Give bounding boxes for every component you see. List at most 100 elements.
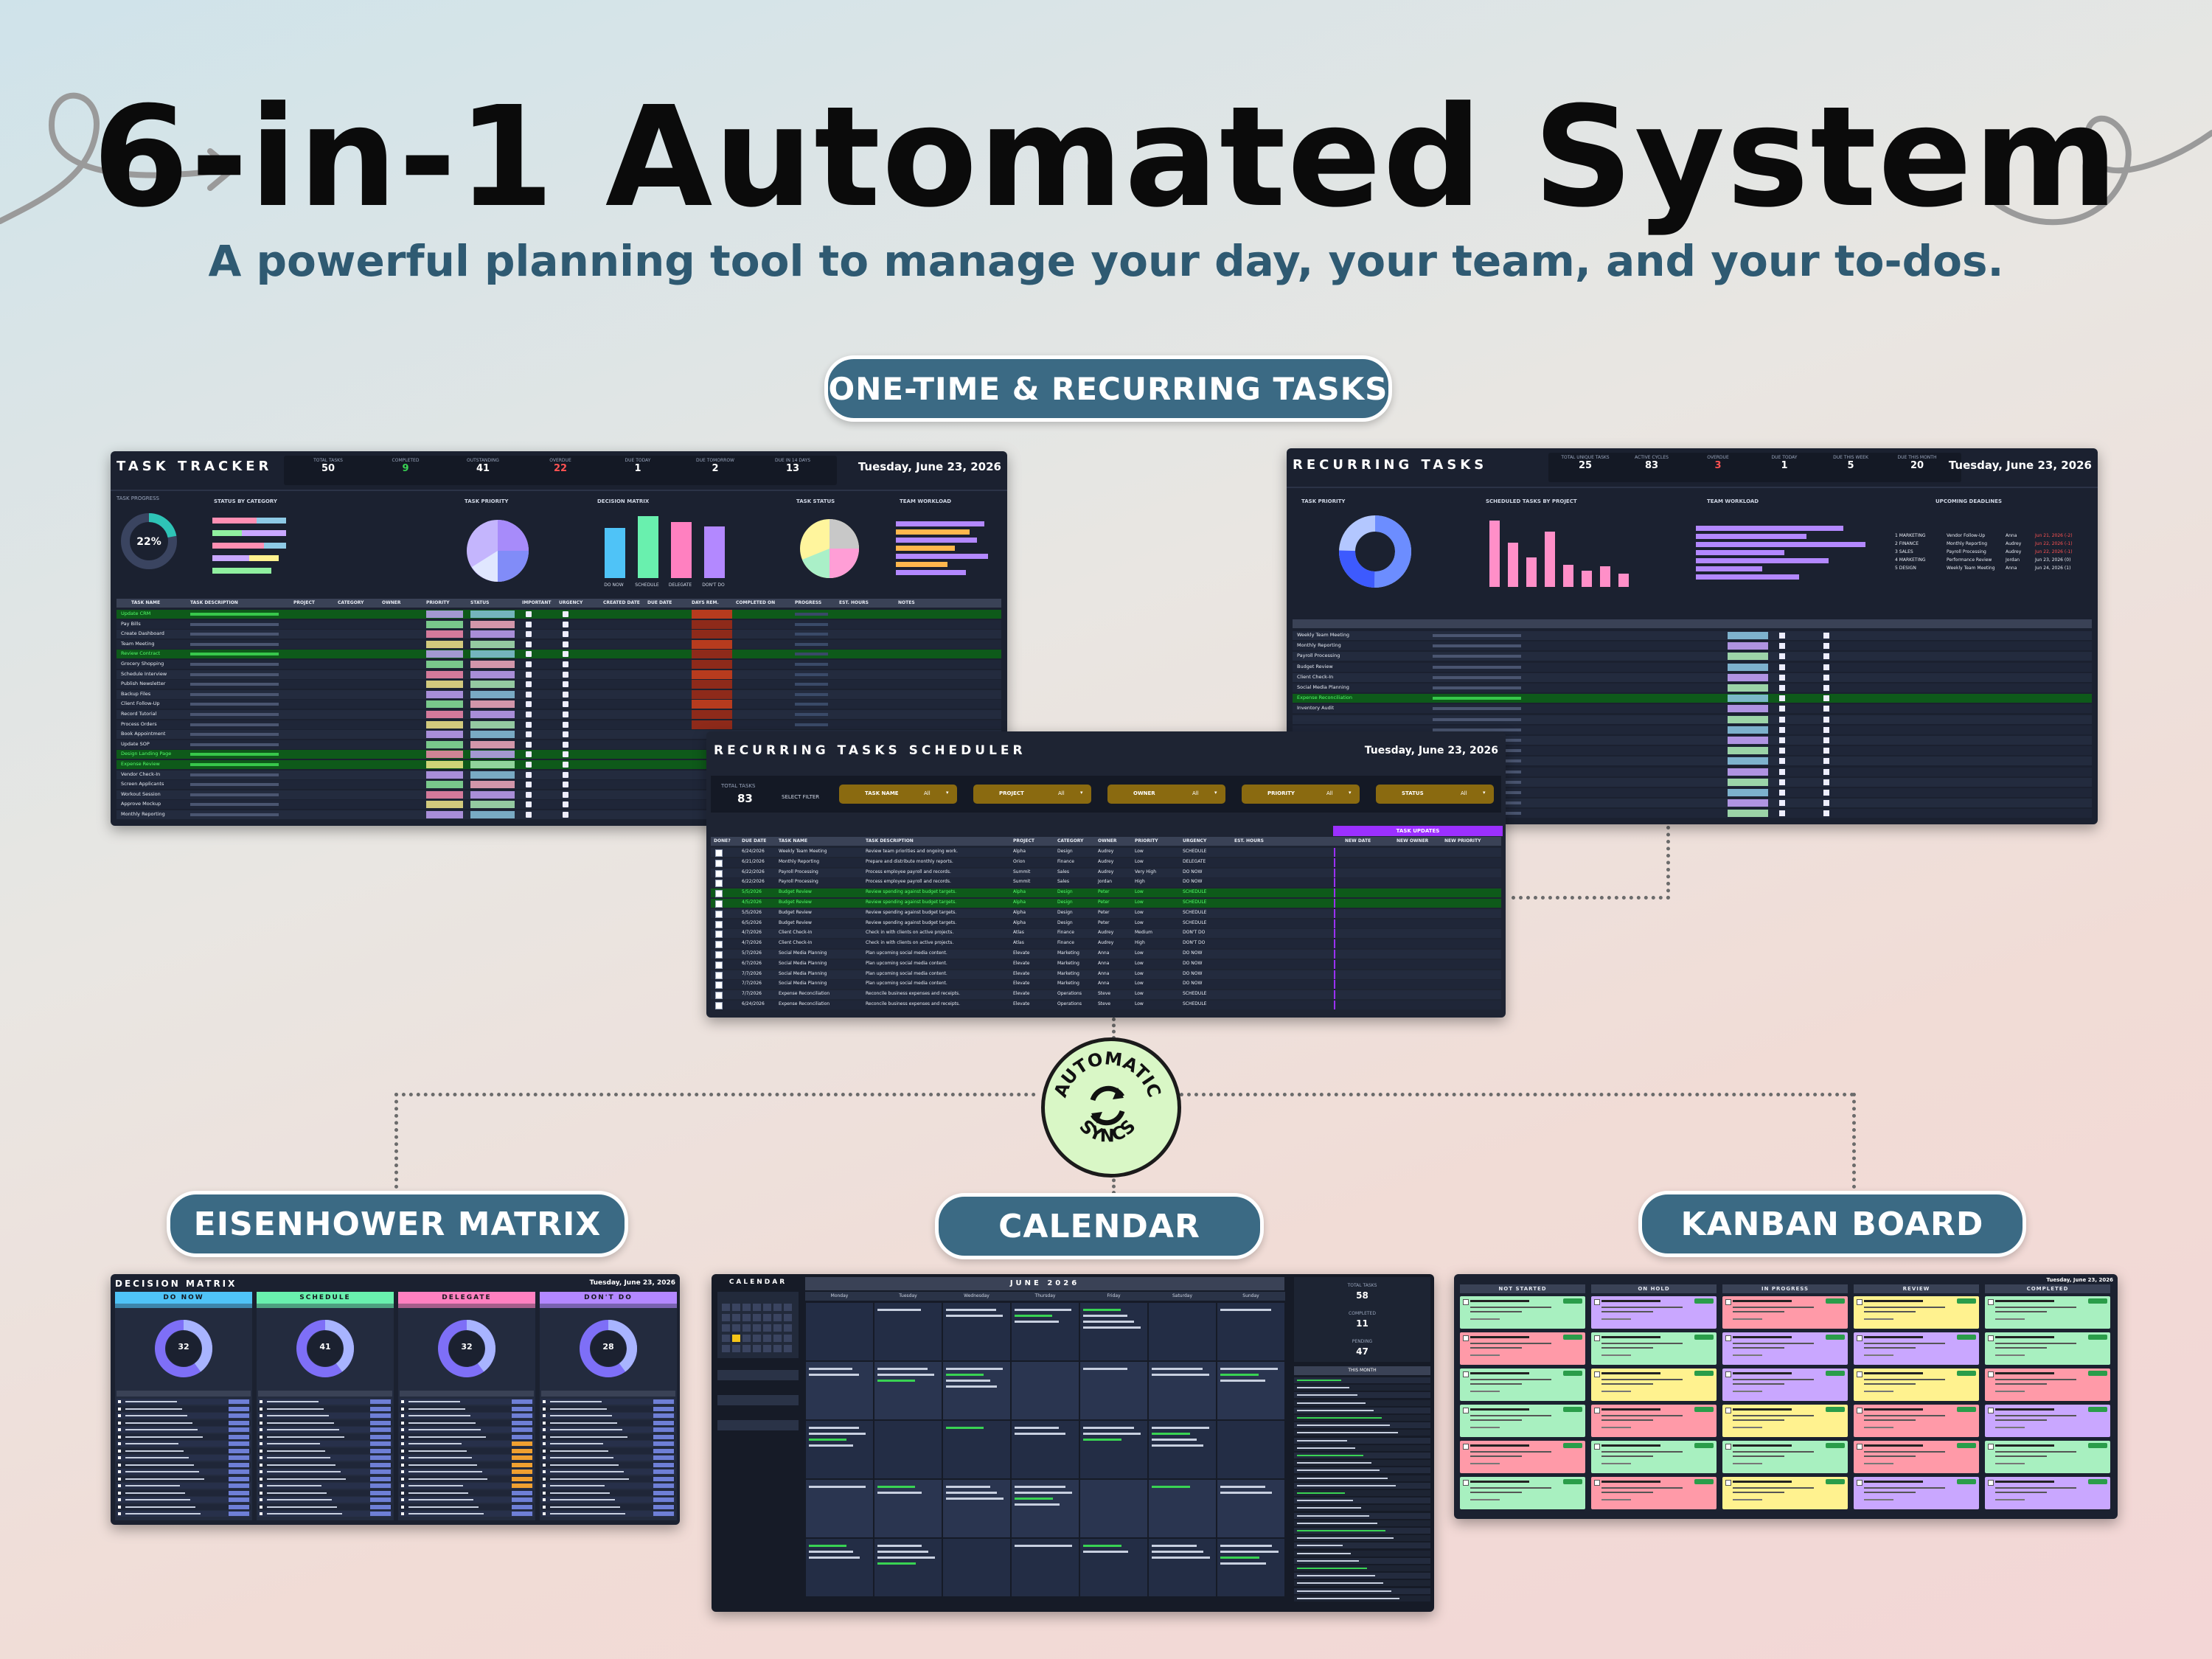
table-row[interactable]: Backup Files (116, 689, 1001, 699)
list-item-checkbox[interactable] (401, 1428, 404, 1431)
tt-urgency-checkbox[interactable] (563, 641, 568, 647)
table-row[interactable]: 4/5/2026 Budget Review Review spending aga… (711, 899, 1501, 908)
kanban-card-checkbox[interactable] (1725, 1444, 1731, 1450)
calendar-event[interactable] (1015, 1427, 1059, 1429)
kanban-card-checkbox[interactable] (1594, 1335, 1600, 1341)
calendar-event[interactable] (1152, 1439, 1197, 1441)
rt-important-checkbox[interactable] (1779, 674, 1785, 681)
tt-important-checkbox[interactable] (526, 631, 532, 638)
done-checkbox[interactable] (715, 941, 723, 949)
done-checkbox[interactable] (715, 859, 723, 867)
calendar-day-cell[interactable] (1217, 1302, 1285, 1361)
mini-calendar-day[interactable] (784, 1335, 792, 1342)
calendar-day-cell[interactable] (942, 1361, 1011, 1420)
mini-calendar-day[interactable] (732, 1304, 740, 1311)
list-item-checkbox[interactable] (543, 1400, 546, 1403)
table-row[interactable]: 5/7/2026 Social Media Planning Plan upcomi… (711, 950, 1501, 959)
kanban-card[interactable] (1985, 1368, 2110, 1401)
done-checkbox[interactable] (715, 849, 723, 857)
calendar-day-cell[interactable] (1079, 1420, 1148, 1479)
rt-important-checkbox[interactable] (1779, 716, 1785, 723)
rt-urgency-checkbox[interactable] (1823, 737, 1829, 743)
calendar-event[interactable] (1015, 1433, 1065, 1435)
calendar-event[interactable] (809, 1545, 846, 1547)
list-item[interactable] (1294, 1444, 1430, 1451)
list-item-checkbox[interactable] (401, 1442, 404, 1445)
done-checkbox[interactable] (715, 951, 723, 959)
list-item[interactable] (116, 1483, 251, 1489)
list-item[interactable] (258, 1419, 392, 1426)
kanban-card[interactable] (1722, 1405, 1848, 1437)
kanban-card[interactable] (1591, 1405, 1717, 1437)
list-item-checkbox[interactable] (118, 1463, 121, 1467)
list-item[interactable] (541, 1413, 675, 1419)
list-item-checkbox[interactable] (260, 1512, 262, 1515)
done-checkbox[interactable] (715, 1002, 723, 1009)
list-item[interactable] (1294, 1505, 1430, 1512)
calendar-event[interactable] (1015, 1498, 1053, 1500)
list-item-checkbox[interactable] (118, 1456, 121, 1459)
list-item[interactable] (1294, 1385, 1430, 1391)
calendar-day-cell[interactable] (874, 1420, 942, 1479)
list-item[interactable] (541, 1433, 675, 1440)
list-item-checkbox[interactable] (260, 1428, 262, 1431)
kanban-card[interactable] (1460, 1296, 1585, 1329)
list-item-checkbox[interactable] (543, 1421, 546, 1425)
table-row[interactable]: Monthly Reporting (1293, 641, 2092, 651)
list-item-checkbox[interactable] (401, 1505, 404, 1509)
rt-urgency-checkbox[interactable] (1823, 810, 1829, 817)
kanban-card[interactable] (1985, 1477, 2110, 1509)
list-item[interactable] (400, 1469, 534, 1475)
list-item[interactable] (116, 1511, 251, 1517)
list-item[interactable] (1294, 1565, 1430, 1571)
list-item-checkbox[interactable] (543, 1477, 546, 1481)
calendar-event[interactable] (809, 1439, 846, 1441)
tt-urgency-checkbox[interactable] (563, 782, 568, 788)
mini-calendar-day[interactable] (742, 1324, 751, 1332)
list-item[interactable] (1294, 1580, 1430, 1587)
list-item[interactable] (1294, 1392, 1430, 1399)
kanban-card-checkbox[interactable] (1857, 1299, 1863, 1305)
tt-important-checkbox[interactable] (526, 801, 532, 808)
list-item[interactable] (258, 1475, 392, 1482)
rt-important-checkbox[interactable] (1779, 695, 1785, 702)
tt-important-checkbox[interactable] (526, 661, 532, 667)
rt-urgency-checkbox[interactable] (1823, 674, 1829, 681)
list-item-checkbox[interactable] (118, 1477, 121, 1481)
list-item-checkbox[interactable] (260, 1477, 262, 1481)
list-item-checkbox[interactable] (543, 1442, 546, 1445)
tt-urgency-checkbox[interactable] (563, 651, 568, 658)
calendar-day-cell[interactable] (1148, 1538, 1217, 1597)
table-row[interactable]: Social Media Planning (1293, 684, 2092, 692)
tt-urgency-checkbox[interactable] (563, 712, 568, 717)
mini-calendar-day[interactable] (753, 1345, 761, 1352)
list-item-checkbox[interactable] (260, 1470, 262, 1473)
kanban-card[interactable] (1854, 1441, 1979, 1473)
list-item[interactable] (1294, 1460, 1430, 1467)
calendar-event[interactable] (946, 1498, 1004, 1500)
calendar-event[interactable] (1152, 1427, 1209, 1429)
list-item-checkbox[interactable] (543, 1491, 546, 1495)
calendar-filter-dropdown[interactable] (717, 1420, 799, 1430)
kanban-card[interactable] (1722, 1332, 1848, 1365)
list-item-checkbox[interactable] (543, 1498, 546, 1501)
list-item[interactable] (258, 1405, 392, 1412)
filter-dropdown[interactable]: PROJECT All ▾ (973, 785, 1091, 804)
mini-calendar-day[interactable] (773, 1324, 782, 1332)
table-row[interactable]: Publish Newsletter (116, 680, 1001, 689)
list-item-checkbox[interactable] (118, 1470, 121, 1473)
list-item[interactable] (116, 1469, 251, 1475)
list-item[interactable] (258, 1433, 392, 1440)
calendar-event[interactable] (1015, 1309, 1071, 1311)
calendar-event[interactable] (1220, 1309, 1271, 1311)
table-row[interactable]: 6/21/2026 Monthly Reporting Prepare and di… (711, 858, 1501, 867)
tt-important-checkbox[interactable] (526, 681, 532, 688)
calendar-event[interactable] (809, 1374, 859, 1376)
kanban-card[interactable] (1722, 1441, 1848, 1473)
calendar-event[interactable] (1220, 1380, 1265, 1382)
mini-calendar-day[interactable] (763, 1314, 771, 1321)
list-item[interactable] (400, 1511, 534, 1517)
table-row[interactable]: 6/22/2026 Payroll Processing Process emplo… (711, 878, 1501, 888)
calendar-event[interactable] (877, 1562, 916, 1565)
list-item-checkbox[interactable] (118, 1442, 121, 1445)
